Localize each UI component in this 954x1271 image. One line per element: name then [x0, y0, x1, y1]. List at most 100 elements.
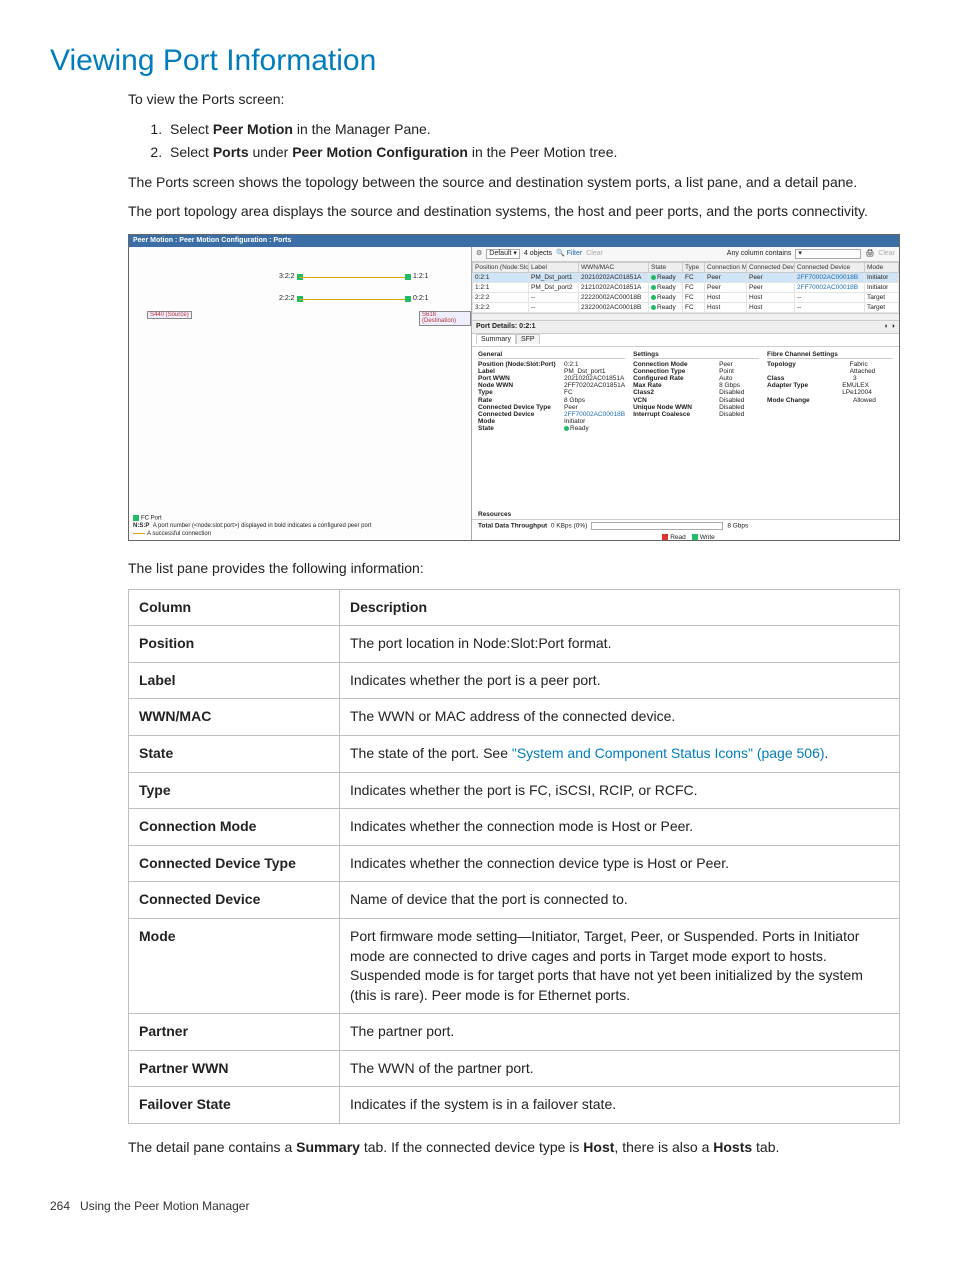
toolbar-clear[interactable]: Clear	[878, 250, 895, 258]
step-2: Select Ports under Peer Motion Configura…	[166, 143, 904, 163]
gear-icon[interactable]: ⚙	[476, 250, 482, 258]
info-row: WWN/MACThe WWN or MAC address of the con…	[129, 699, 900, 736]
table-row[interactable]: 3:2:2--23220002AC00018BReadyFCHostHost--…	[473, 303, 899, 313]
page-footer: 264 Using the Peer Motion Manager	[50, 1198, 904, 1215]
topo-port-right-2[interactable]: 0:2:1	[405, 295, 429, 303]
kv-row: ModeInitiator	[478, 418, 625, 425]
topo-conn-2	[299, 299, 405, 300]
outro-mid: tab. If the connected device type is	[360, 1139, 583, 1155]
outro-b2: Host	[583, 1139, 614, 1155]
filter-link[interactable]: 🔍 Filter	[556, 250, 582, 258]
legend-fc-port: FC Port	[141, 515, 162, 521]
legend-success-conn: A successful connection	[147, 531, 211, 537]
kv-row: Rate8 Gbps	[478, 397, 625, 404]
topo-dest-system[interactable]: S618 (Destination)	[419, 311, 471, 326]
page-number: 264	[50, 1199, 70, 1213]
resources-title: Resources	[472, 511, 899, 518]
info-row: Partner WWNThe WWN of the partner port.	[129, 1050, 900, 1087]
col-cdt[interactable]: Connected Device Type	[747, 262, 795, 272]
step-2-pre: Select	[170, 144, 213, 160]
steps-list: Select Peer Motion in the Manager Pane. …	[128, 120, 904, 163]
col-cd[interactable]: Connected Device	[795, 262, 865, 272]
col-wwn[interactable]: WWN/MAC	[579, 262, 649, 272]
legend-nsp-text: A port number (<node:slot:port>) display…	[153, 523, 372, 529]
tab-sfp[interactable]: SFP	[516, 334, 540, 344]
clear-link[interactable]: Clear	[586, 250, 603, 258]
print-icon[interactable]: 🖨	[865, 250, 874, 258]
settings-title: Settings	[633, 351, 759, 359]
footer-text: Using the Peer Motion Manager	[80, 1199, 249, 1213]
tab-summary[interactable]: Summary	[476, 334, 516, 344]
info-row: Connection ModeIndicates whether the con…	[129, 809, 900, 846]
outro-b3: Hosts	[713, 1139, 752, 1155]
detail-icons[interactable]: ◐ ◑	[885, 323, 895, 331]
step-1-bold: Peer Motion	[213, 121, 293, 137]
list-intro: The list pane provides the following inf…	[128, 559, 904, 579]
kv-row: StateReady	[478, 425, 625, 432]
table-row[interactable]: 0:2:1PM_Dst_port120210202AC01851AReadyFC…	[473, 272, 899, 282]
columns-table: Column Description PositionThe port loca…	[128, 589, 900, 1125]
window-titlebar: Peer Motion : Peer Motion Configuration …	[129, 235, 899, 247]
general-title: General	[478, 351, 625, 359]
detail-general: General Position (Node:Slot:Port)0:2:1La…	[478, 351, 625, 508]
detail-fcs: Fibre Channel Settings TopologyFabric At…	[767, 351, 893, 508]
grid-header-row[interactable]: Position (Node:Slot:Port) Label WWN/MAC …	[473, 262, 899, 272]
throughput-max: 8 Gbps	[727, 522, 748, 529]
kv-row: Class2Disabled	[633, 389, 759, 396]
kv-row: TypeFC	[478, 389, 625, 396]
kv-row: Position (Node:Slot:Port)0:2:1	[478, 361, 625, 368]
para-1: The Ports screen shows the topology betw…	[128, 173, 904, 193]
para-2: The port topology area displays the sour…	[128, 202, 904, 222]
detail-settings: Settings Connection ModePeerConnection T…	[633, 351, 759, 508]
doc-link[interactable]: "System and Component Status Icons" (pag…	[512, 745, 825, 761]
ports-screenshot: Peer Motion : Peer Motion Configuration …	[128, 234, 900, 541]
step-2-mid: under	[249, 144, 293, 160]
outro-b1: Summary	[296, 1139, 360, 1155]
info-row: TypeIndicates whether the port is FC, iS…	[129, 772, 900, 809]
topo-source-system[interactable]: S440 (Source)	[147, 311, 192, 320]
table-row[interactable]: 1:2:1PM_Dst_port221210202AC01851AReadyFC…	[473, 282, 899, 292]
detail-title: Port Details: 0:2:1	[476, 323, 536, 331]
kv-row: TopologyFabric Attached	[767, 361, 893, 375]
throughput-value: 0 KBps (0%)	[551, 522, 588, 529]
info-row: ModePort firmware mode setting—Initiator…	[129, 918, 900, 1013]
step-1-post: in the Manager Pane.	[293, 121, 431, 137]
kv-row: Max Rate8 Gbps	[633, 382, 759, 389]
rw-legend: ReadWrite	[472, 532, 899, 541]
topo-port-right-1[interactable]: 1:2:1	[405, 273, 429, 281]
throughput-bar	[591, 522, 723, 530]
col-label[interactable]: Label	[529, 262, 579, 272]
info-row: LabelIndicates whether the port is a pee…	[129, 662, 900, 699]
grid-scrollbar[interactable]	[472, 313, 899, 320]
kv-row: Port WWN20210202AC01851A	[478, 375, 625, 382]
kv-row: Connection ModePeer	[633, 361, 759, 368]
step-2-post: in the Peer Motion tree.	[468, 144, 617, 160]
info-th-desc: Description	[340, 589, 900, 626]
step-2-b2: Peer Motion Configuration	[292, 144, 468, 160]
kv-row: Class3	[767, 375, 893, 382]
any-column-label: Any column contains	[727, 250, 792, 258]
outro-para: The detail pane contains a Summary tab. …	[128, 1138, 904, 1158]
info-row: Connected DeviceName of device that the …	[129, 882, 900, 919]
search-input[interactable]: ▾	[795, 249, 861, 259]
write-label: Write	[700, 534, 715, 541]
info-row: Connected Device TypeIndicates whether t…	[129, 845, 900, 882]
legend-nsp-label: N:S:P	[133, 523, 149, 529]
info-row: StateThe state of the port. See "System …	[129, 735, 900, 772]
step-1: Select Peer Motion in the Manager Pane.	[166, 120, 904, 140]
ports-grid[interactable]: Position (Node:Slot:Port) Label WWN/MAC …	[472, 262, 899, 314]
col-state[interactable]: State	[649, 262, 683, 272]
detail-tabs: SummarySFP	[472, 334, 899, 346]
intro-text: To view the Ports screen:	[128, 90, 904, 110]
col-mode[interactable]: Mode	[865, 262, 899, 272]
kv-row: Configured RateAuto	[633, 375, 759, 382]
info-row: PartnerThe partner port.	[129, 1014, 900, 1051]
col-connmode[interactable]: Connection Mode	[705, 262, 747, 272]
info-th-column: Column	[129, 589, 340, 626]
col-type[interactable]: Type	[683, 262, 705, 272]
col-position[interactable]: Position (Node:Slot:Port)	[473, 262, 529, 272]
table-row[interactable]: 2:2:2--22220002AC00018BReadyFCHostHost--…	[473, 293, 899, 303]
detail-header: Port Details: 0:2:1 ◐ ◑	[472, 320, 899, 334]
view-select[interactable]: Default ▾	[486, 249, 520, 259]
page-heading: Viewing Port Information	[50, 40, 904, 82]
